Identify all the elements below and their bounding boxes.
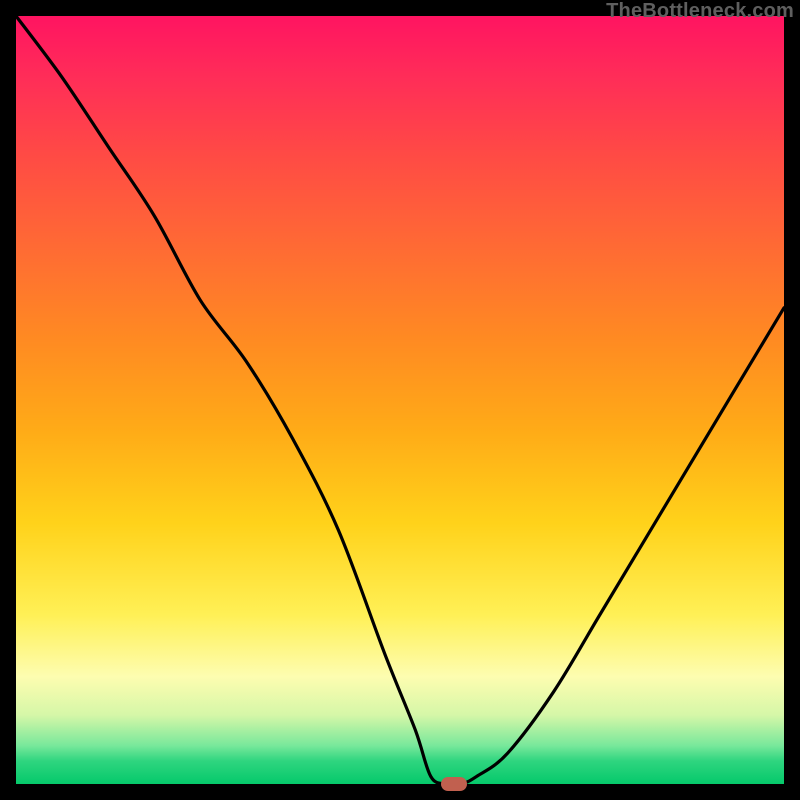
watermark-text: TheBottleneck.com xyxy=(606,0,794,23)
plot-area xyxy=(16,16,784,784)
bottleneck-curve xyxy=(16,16,784,784)
chart-frame: TheBottleneck.com xyxy=(0,0,800,800)
optimal-point-marker xyxy=(441,777,467,791)
